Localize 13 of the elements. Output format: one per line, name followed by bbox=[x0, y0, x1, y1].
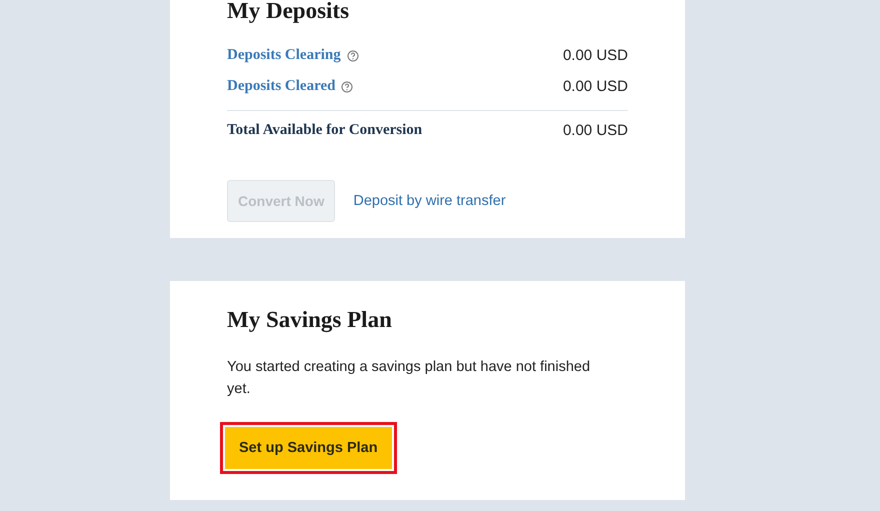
row-value: 0.00 USD bbox=[562, 78, 628, 95]
row-label: Total Available for Conversion bbox=[227, 122, 422, 139]
row-label: Deposits Clearing bbox=[227, 47, 341, 64]
savings-message: You started creating a savings plan but have not finished yet. bbox=[227, 358, 592, 399]
help-icon[interactable] bbox=[341, 80, 354, 92]
card-title: My Deposits bbox=[227, 0, 350, 23]
wire-transfer-link[interactable]: Deposit by wire transfer bbox=[353, 193, 506, 209]
row-label: Deposits Cleared bbox=[227, 78, 336, 95]
card-title: My Savings Plan bbox=[227, 308, 393, 332]
row-value: 0.00 USD bbox=[562, 122, 628, 139]
help-icon[interactable] bbox=[346, 50, 359, 62]
setup-savings-button[interactable]: Set up Savings Plan bbox=[225, 427, 392, 469]
row-value: 0.00 USD bbox=[562, 47, 628, 64]
